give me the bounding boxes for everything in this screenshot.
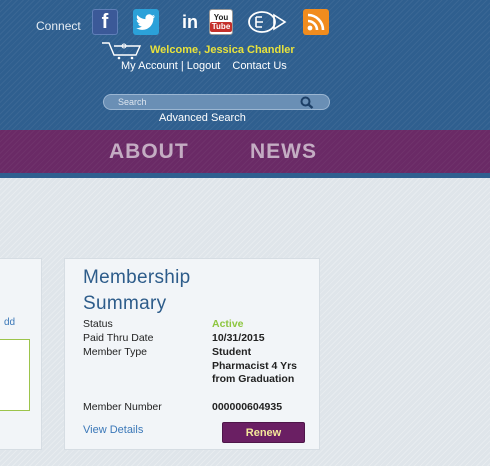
highlight-box <box>0 339 30 411</box>
contact-us-link[interactable]: Contact Us <box>232 60 286 72</box>
advanced-search-link[interactable]: Advanced Search <box>159 112 246 124</box>
member-type-label: Member Type <box>83 346 147 358</box>
renew-button[interactable]: Renew <box>222 422 305 443</box>
paid-thru-value: 10/31/2015 <box>212 332 265 344</box>
site-header: Connect f in You Tube Welcome, Jessica C… <box>0 0 490 130</box>
search-input[interactable] <box>118 96 288 108</box>
membership-summary-card: Membership Summary Status Active Paid Th… <box>64 258 320 450</box>
view-details-link[interactable]: View Details <box>83 424 143 436</box>
member-number-value: 000000604935 <box>212 401 283 413</box>
rss-icon[interactable] <box>303 9 329 35</box>
paid-thru-label: Paid Thru Date <box>83 332 154 344</box>
facebook-icon[interactable]: f <box>92 9 118 35</box>
left-panel: dd <box>0 258 42 450</box>
link-separator: | <box>180 60 184 72</box>
logout-link[interactable]: Logout <box>187 60 221 72</box>
podcast-icon[interactable] <box>247 9 287 35</box>
nav-item-news[interactable]: NEWS <box>250 140 317 164</box>
add-link[interactable]: dd <box>4 317 15 328</box>
status-value: Active <box>212 318 244 330</box>
search-icon[interactable] <box>300 96 314 114</box>
my-account-link[interactable]: My Account <box>121 60 178 72</box>
twitter-icon[interactable] <box>133 9 159 35</box>
welcome-message: Welcome, Jessica Chandler <box>150 44 295 56</box>
main-nav: ABOUT NEWS <box>0 130 490 173</box>
connect-label: Connect <box>36 19 81 33</box>
search-box <box>103 94 330 110</box>
youtube-icon[interactable]: You Tube <box>209 9 233 35</box>
status-label: Status <box>83 318 113 330</box>
member-type-value: Student Pharmacist 4 Yrs from Graduation <box>212 346 298 385</box>
card-title: Membership Summary <box>83 267 191 314</box>
nav-item-about[interactable]: ABOUT <box>109 140 189 164</box>
account-links: My Account | Logout Contact Us <box>121 60 287 72</box>
member-number-label: Member Number <box>83 401 162 413</box>
linkedin-icon[interactable]: in <box>175 11 205 33</box>
